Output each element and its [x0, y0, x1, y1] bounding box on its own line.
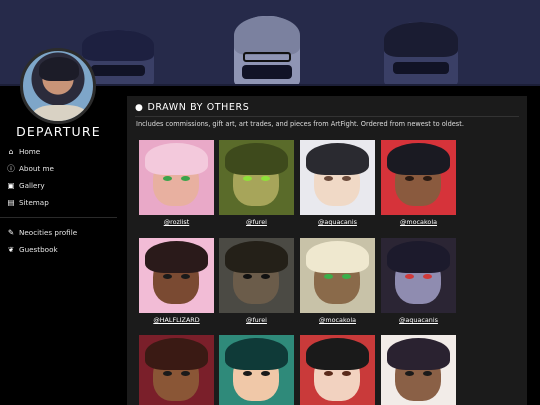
- nav-item-label: About me: [19, 164, 54, 173]
- nav-item-label: Guestbook: [19, 245, 58, 254]
- gallery-item: @furei: [219, 140, 294, 226]
- nav-item-about[interactable]: ⓘ About me: [6, 160, 114, 177]
- artist-link[interactable]: @furei: [219, 316, 294, 324]
- gallery-item: @rozlist: [139, 140, 214, 226]
- artwork-thumbnail[interactable]: [219, 238, 294, 313]
- palette-icon: ●: [135, 102, 144, 113]
- artist-link[interactable]: @aquacanis: [300, 218, 375, 226]
- gallery-item: [300, 335, 375, 405]
- nav-item-guestbook[interactable]: ❦ Guestbook: [6, 241, 114, 258]
- info-icon: ⓘ: [7, 164, 15, 173]
- site-title: DEPARTURE: [16, 124, 101, 139]
- gallery-item: @mocakola: [381, 140, 456, 226]
- artist-link[interactable]: @aquacanis: [381, 316, 456, 324]
- sidebar-nav: ⌂ Home ⓘ About me ▣ Gallery ▤ Sitemap ✎ Neoci…: [0, 143, 117, 258]
- nav-item-sitemap[interactable]: ▤ Sitemap: [6, 194, 114, 211]
- gallery-item: @mocakola: [300, 238, 375, 324]
- gallery-item: @aquacanis: [381, 238, 456, 324]
- nav-divider: [0, 217, 117, 218]
- section-title: DRAWN BY OTHERS: [147, 102, 250, 113]
- home-icon: ⌂: [8, 147, 14, 156]
- artist-link[interactable]: @mocakola: [300, 316, 375, 324]
- nav-item-label: Home: [19, 147, 41, 156]
- artwork-thumbnail[interactable]: [381, 140, 456, 215]
- section-heading: ● DRAWN BY OTHERS: [135, 102, 249, 113]
- artwork-thumbnail[interactable]: [139, 335, 214, 405]
- nav-item-gallery[interactable]: ▣ Gallery: [6, 177, 114, 194]
- avatar: [20, 48, 96, 124]
- nav-item-label: Sitemap: [19, 198, 49, 207]
- artist-link[interactable]: @rozlist: [139, 218, 214, 226]
- artwork-thumbnail[interactable]: [381, 238, 456, 313]
- artwork-thumbnail[interactable]: [139, 238, 214, 313]
- banner-character: [384, 22, 458, 86]
- artwork-thumbnail[interactable]: [300, 140, 375, 215]
- artwork-thumbnail[interactable]: [219, 335, 294, 405]
- gallery-item: [139, 335, 214, 405]
- artwork-thumbnail[interactable]: [219, 140, 294, 215]
- section-divider: [135, 116, 519, 117]
- nav-item-neocities[interactable]: ✎ Neocities profile: [6, 224, 114, 241]
- sitemap-icon: ▤: [7, 198, 15, 207]
- artist-link[interactable]: @mocakola: [381, 218, 456, 226]
- artwork-thumbnail[interactable]: [139, 140, 214, 215]
- artwork-thumbnail[interactable]: [300, 335, 375, 405]
- artist-link[interactable]: @furei: [219, 218, 294, 226]
- neocities-icon: ✎: [7, 228, 15, 237]
- gallery-item: @HALFLIZARD: [139, 238, 214, 324]
- nav-item-label: Neocities profile: [19, 228, 78, 237]
- banner-character: [234, 16, 300, 86]
- leaf-icon: ❦: [7, 245, 15, 254]
- gallery-item: @aquacanis: [300, 140, 375, 226]
- image-icon: ▣: [7, 181, 15, 190]
- artist-link[interactable]: @HALFLIZARD: [139, 316, 214, 324]
- nav-item-label: Gallery: [19, 181, 45, 190]
- gallery-item: [219, 335, 294, 405]
- gallery-item: [381, 335, 456, 405]
- artwork-thumbnail[interactable]: [300, 238, 375, 313]
- artwork-thumbnail[interactable]: [381, 335, 456, 405]
- section-description: Includes commissions, gift art, art trad…: [136, 120, 464, 128]
- gallery-item: @furei: [219, 238, 294, 324]
- gallery-panel: ● DRAWN BY OTHERS Includes commissions, …: [127, 96, 527, 405]
- nav-item-home[interactable]: ⌂ Home: [6, 143, 114, 160]
